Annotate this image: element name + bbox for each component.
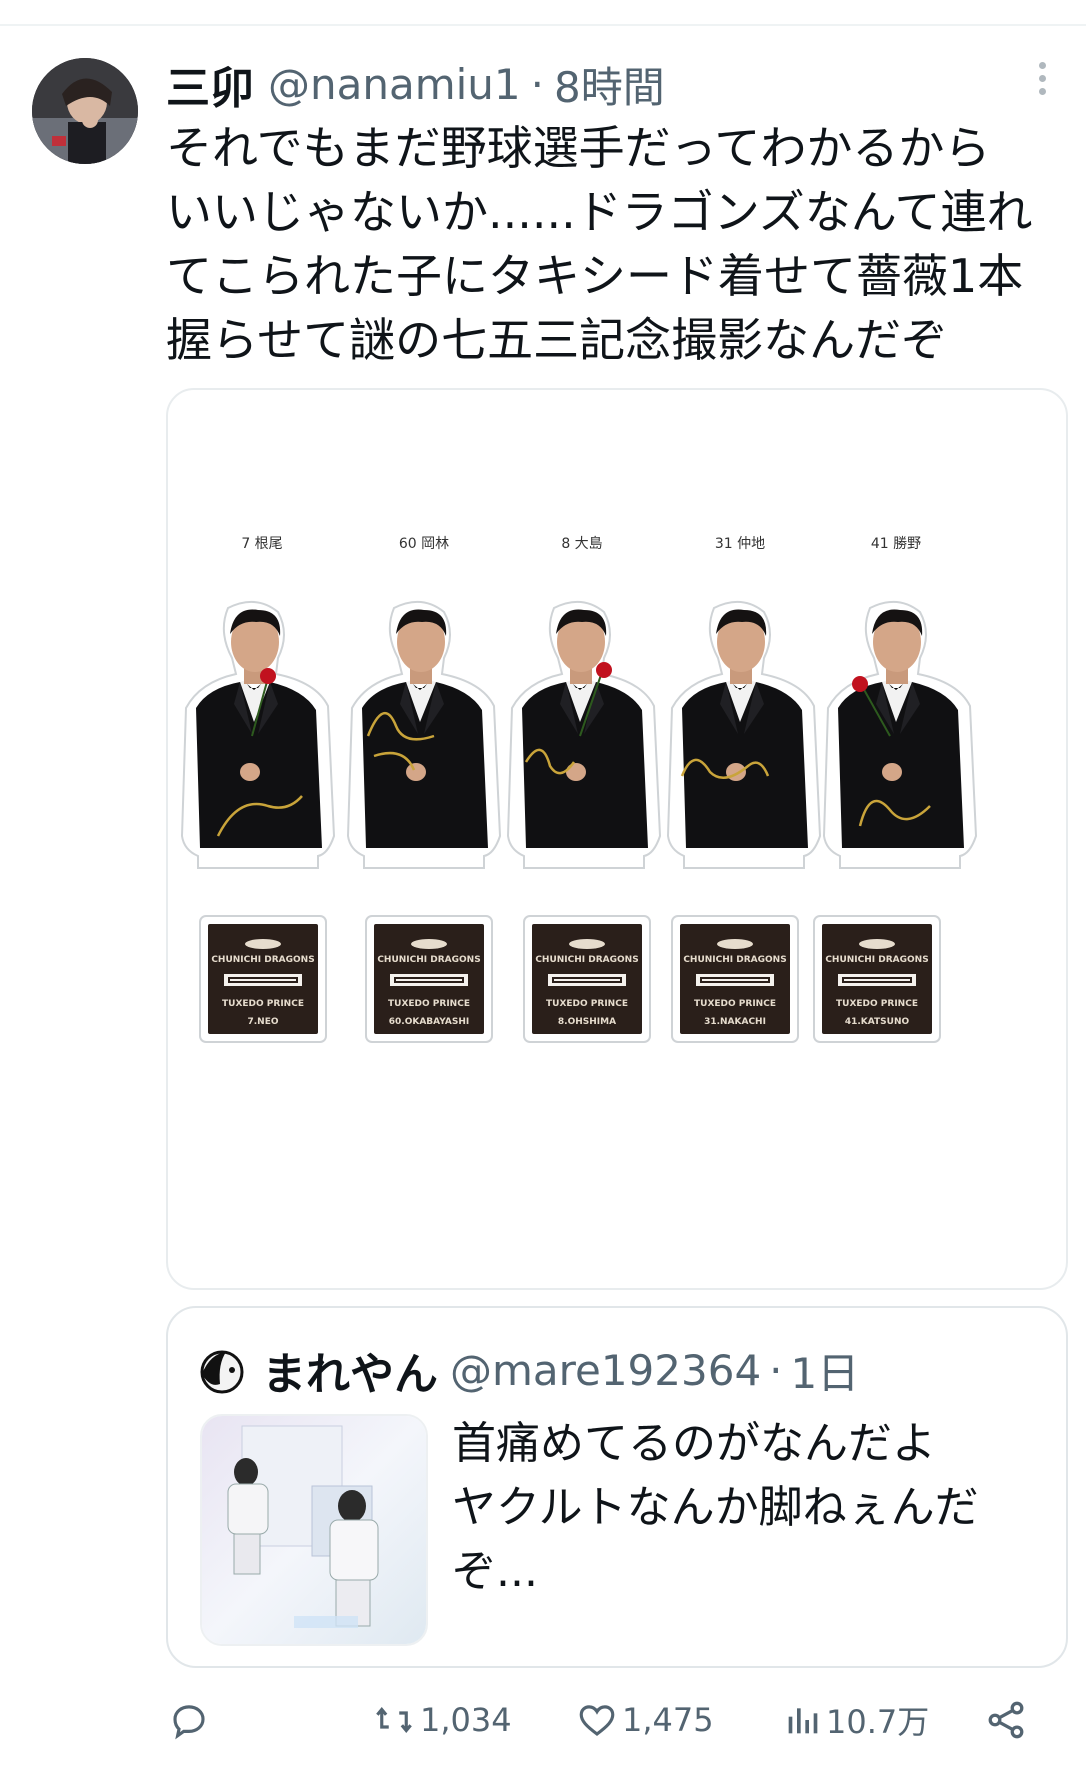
product-image: 7 根尾 60 岡林 8 大島 31 仲地 41 勝野 CHUNICHI DRA… <box>181 536 977 1043</box>
plate-name: 31.NAKACHI <box>704 1017 766 1027</box>
share-icon <box>988 1701 1024 1739</box>
plate-team: CHUNICHI DRAGONS <box>825 955 928 965</box>
retweet-icon <box>376 1707 412 1733</box>
quoted-tweet-header: まれやん @mare192364 · 1日 <box>196 1338 859 1402</box>
acrylic-base-plate: CHUNICHI DRAGONS TUXEDO PRINCE 8.OHSHIMA <box>523 915 651 1043</box>
plate-title: TUXEDO PRINCE <box>546 999 628 1009</box>
plate-title: TUXEDO PRINCE <box>694 999 776 1009</box>
quoted-header-separator: · <box>769 1345 783 1395</box>
acrylic-stand-figure <box>667 600 821 869</box>
header-separator: · <box>530 59 544 109</box>
author-handle[interactable]: @nanamiu1 <box>268 60 521 109</box>
plate-title: TUXEDO PRINCE <box>836 999 918 1009</box>
retweet-count: 1,034 <box>420 1701 512 1739</box>
quoted-avatar-image <box>196 1344 248 1396</box>
reply-icon <box>173 1705 205 1740</box>
quoted-tweet-thumbnail <box>200 1414 428 1646</box>
views-button[interactable]: 10.7万 <box>782 1680 929 1760</box>
plate-title: TUXEDO PRINCE <box>388 999 470 1009</box>
acrylic-base-plate: CHUNICHI DRAGONS TUXEDO PRINCE 31.NAKACH… <box>671 915 799 1043</box>
more-options-icon[interactable] <box>1030 62 1054 102</box>
acrylic-stand-figure <box>823 600 977 869</box>
plate-name: 8.OHSHIMA <box>558 1017 616 1027</box>
acrylic-base-plate: CHUNICHI DRAGONS TUXEDO PRINCE 41.KATSUN… <box>813 915 941 1043</box>
acrylic-stand-figure <box>507 600 661 869</box>
acrylic-base-plate: CHUNICHI DRAGONS TUXEDO PRINCE 7.NEO <box>199 915 327 1043</box>
author-avatar[interactable] <box>32 58 138 164</box>
author-name[interactable]: 三卯 <box>166 52 254 116</box>
player-label: 41 勝野 <box>871 536 921 552</box>
plate-name: 7.NEO <box>247 1017 278 1027</box>
quoted-author-name: まれやん <box>262 1349 438 1400</box>
player-label: 7 根尾 <box>241 536 282 552</box>
plate-team: CHUNICHI DRAGONS <box>377 955 480 965</box>
reply-button[interactable] <box>168 1680 210 1760</box>
heart-icon <box>579 1705 615 1736</box>
avatar-image <box>32 58 138 164</box>
player-label: 31 仲地 <box>715 536 765 552</box>
share-button[interactable] <box>984 1680 1028 1760</box>
quoted-author-avatar <box>196 1344 248 1396</box>
player-labels: 7 根尾 60 岡林 8 大島 31 仲地 41 勝野 <box>241 536 921 552</box>
quoted-tweet[interactable]: まれやん @mare192364 · 1日 首痛めてるのがなんだよ ヤクルトなん… <box>166 1306 1068 1668</box>
retweet-button[interactable]: 1,034 <box>372 1680 512 1760</box>
quoted-thumbnail-image <box>202 1416 426 1644</box>
acrylic-stand-figure <box>181 600 335 869</box>
acrylic-base-plate: CHUNICHI DRAGONS TUXEDO PRINCE 60.OKABAY… <box>365 915 493 1043</box>
plate-name: 41.KATSUNO <box>845 1017 910 1027</box>
tweet-time[interactable]: 8時間 <box>554 54 665 115</box>
views-count: 10.7万 <box>826 1703 930 1741</box>
plate-title: TUXEDO PRINCE <box>222 999 304 1009</box>
like-button[interactable]: 1,475 <box>576 1680 714 1760</box>
plate-name: 60.OKABAYASHI <box>389 1017 469 1027</box>
plate-team: CHUNICHI DRAGONS <box>683 955 786 965</box>
acrylic-stand-figure <box>347 600 501 869</box>
plate-team: CHUNICHI DRAGONS <box>211 955 314 965</box>
top-divider <box>0 24 1086 26</box>
quoted-tweet-time: 1日 <box>790 1348 860 1398</box>
tweet-header: 三卯 @nanamiu1 · 8時間 <box>166 52 665 116</box>
quoted-author-handle: @mare192364 <box>450 1345 762 1395</box>
tweet-actions-bar: 1,034 1,475 10.7万 <box>0 1680 1086 1760</box>
quoted-tweet-text: 首痛めてるのがなんだよ ヤクルトなんか脚ねぇんだ ぞ... <box>452 1418 979 1597</box>
like-count: 1,475 <box>622 1701 714 1739</box>
player-label: 8 大島 <box>561 536 602 552</box>
views-icon <box>788 1708 818 1734</box>
tweet-text: それでもまだ野球選手だってわかるから いいじゃないか......ドラゴンズなんて… <box>166 121 1033 367</box>
tweet-media[interactable]: 7 根尾 60 岡林 8 大島 31 仲地 41 勝野 CHUNICHI DRA… <box>166 388 1068 1290</box>
plate-team: CHUNICHI DRAGONS <box>535 955 638 965</box>
player-label: 60 岡林 <box>399 536 449 552</box>
